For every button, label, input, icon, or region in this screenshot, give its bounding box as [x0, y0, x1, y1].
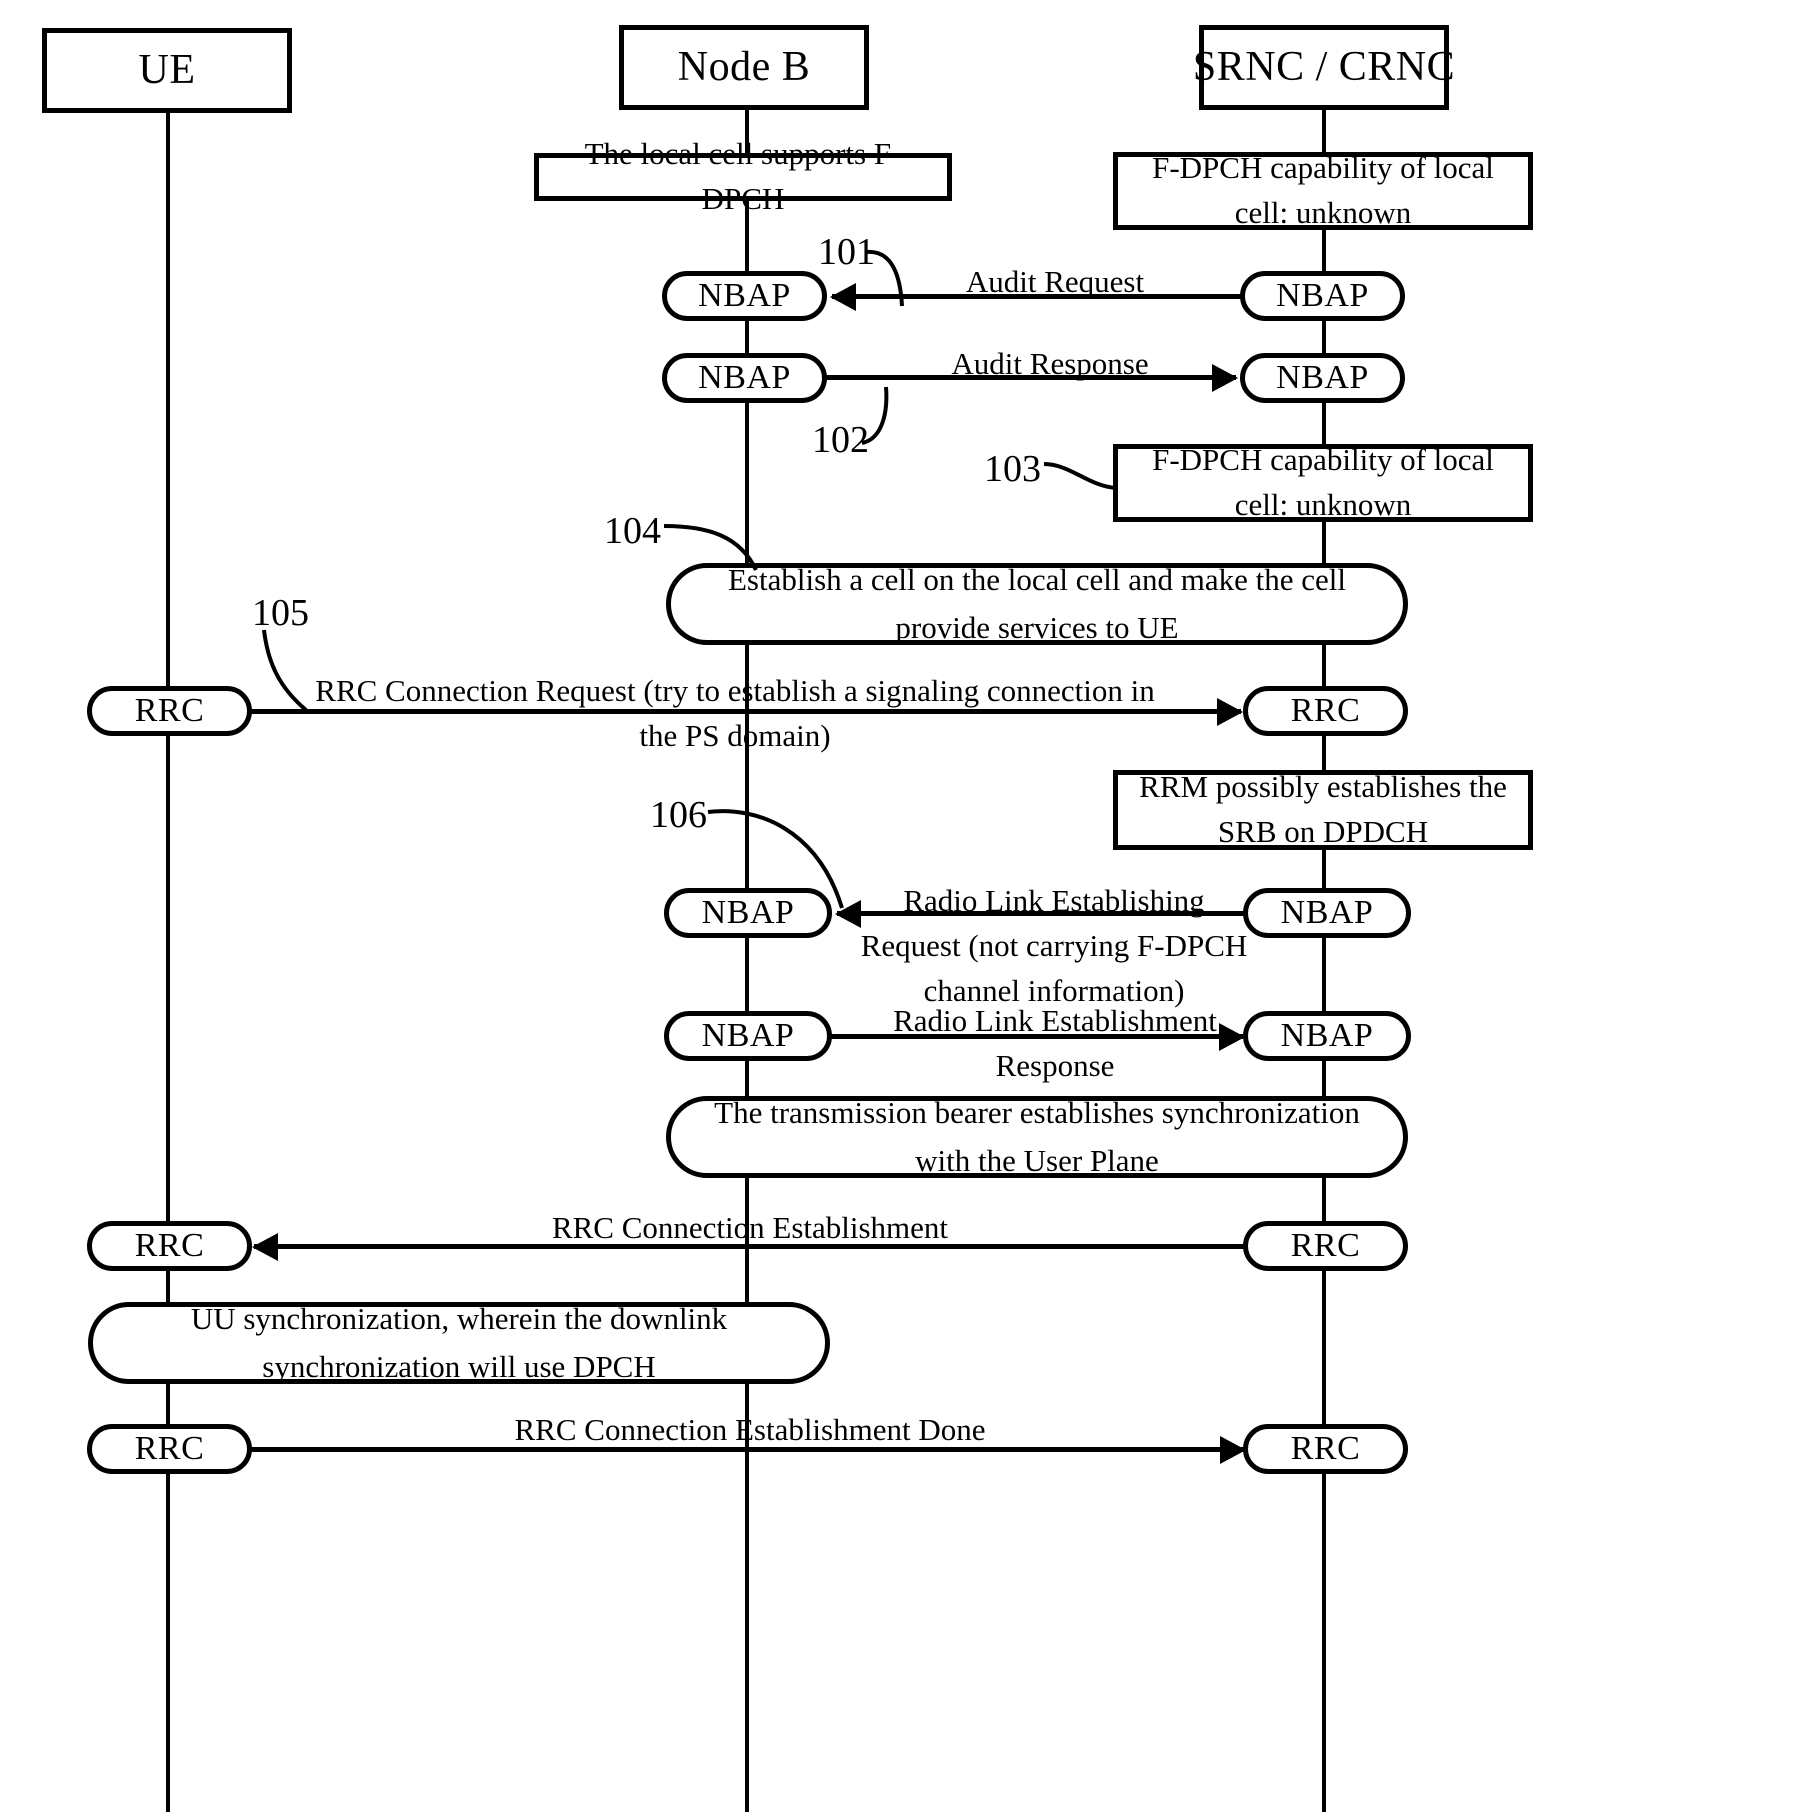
proto-tag-label: NBAP — [1280, 1017, 1374, 1054]
arrow-rrc-conn-establishment — [252, 1232, 1244, 1261]
ref-numeral-105: 105 — [252, 592, 309, 634]
proto-tag-nbap-rl-response-nodeb: NBAP — [664, 1011, 832, 1061]
proto-tag-label: NBAP — [1276, 277, 1369, 314]
proto-tag-rrc-conn-establishment-ue: RRC — [87, 1221, 252, 1271]
ref-numeral-102: 102 — [812, 419, 869, 461]
actor-ue: UE — [42, 28, 292, 113]
proto-tag-label: RRC — [1290, 692, 1361, 729]
arrow-rrc-conn-request — [249, 697, 1243, 726]
arrow-rl-establishment-response — [828, 1022, 1245, 1051]
proto-tag-rrc-conn-done-ue: RRC — [87, 1424, 252, 1474]
note-rnc-capability-unknown-2: F-DPCH capability of local cell: unknown — [1113, 442, 1533, 522]
note-nodeb-supports-fdpch-text: The local cell supports F-DPCH — [584, 136, 902, 216]
ref-numeral-104: 104 — [604, 510, 661, 552]
leader-line-101 — [865, 249, 904, 307]
proto-tag-label: NBAP — [698, 359, 791, 396]
proto-tag-label: RRC — [134, 1430, 205, 1467]
arrowhead-right-icon — [1212, 363, 1238, 392]
proto-tag-rrc-conn-request-ue: RRC — [87, 686, 252, 736]
arrow-audit-response — [824, 363, 1238, 392]
note-rnc-capability-unknown-1-text: F-DPCH capability of local cell: unknown — [1152, 150, 1494, 230]
ref-numeral-103: 103 — [984, 448, 1041, 490]
arrowhead-left-icon — [830, 282, 856, 311]
note-rnc-capability-unknown-1: F-DPCH capability of local cell: unknown — [1113, 150, 1533, 230]
arrowhead-right-icon — [1219, 1022, 1245, 1051]
action-uu-sync: UU synchronization, wherein the downlink… — [88, 1301, 830, 1384]
action-transport-sync-text: The transmission bearer establishes sync… — [714, 1094, 1360, 1178]
leader-line-102 — [861, 386, 889, 445]
proto-tag-label: RRC — [134, 692, 205, 729]
msg-label-audit-response: Audit Response — [951, 346, 1149, 381]
proto-tag-nbap-audit-response-nodeb: NBAP — [662, 353, 827, 403]
arrowhead-right-icon — [1217, 697, 1243, 726]
action-uu-sync-text: UU synchronization, wherein the downlink… — [190, 1300, 728, 1384]
proto-tag-rrc-conn-establishment-rnc: RRC — [1243, 1221, 1408, 1271]
action-establish-cell: Establish a cell on the local cell and m… — [666, 562, 1408, 645]
proto-tag-label: NBAP — [1276, 359, 1369, 396]
lifeline-ue — [166, 110, 170, 1812]
proto-tag-label: NBAP — [701, 1017, 795, 1054]
note-rnc-rrm-srb-dpdch: RRM possibly establishes the SRB on DPDC… — [1113, 769, 1533, 850]
actor-rnc-label: SRNC / CRNC — [1192, 44, 1456, 91]
proto-tag-label: RRC — [134, 1227, 205, 1264]
proto-tag-label: RRC — [1290, 1227, 1361, 1264]
proto-tag-nbap-rl-response-rnc: NBAP — [1243, 1011, 1411, 1061]
note-nodeb-supports-fdpch: The local cell supports F-DPCH — [534, 136, 952, 216]
proto-tag-label: NBAP — [698, 277, 791, 314]
msg-label-rl-establishment-response: Radio Link Establishment Response — [893, 1003, 1217, 1083]
proto-tag-label: RRC — [1290, 1430, 1361, 1467]
msg-label-rl-establishing: Radio Link Establishing Request (not car… — [860, 883, 1248, 1008]
actor-nodeb-label: Node B — [677, 44, 811, 91]
sequence-diagram-canvas: UE Node B SRNC / CRNC The local cell sup… — [0, 0, 1817, 1812]
actor-rnc: SRNC / CRNC — [1193, 25, 1455, 110]
action-transport-sync: The transmission bearer establishes sync… — [666, 1095, 1408, 1178]
leader-line-106 — [707, 809, 844, 909]
arrowhead-left-icon — [252, 1232, 278, 1261]
actor-nodeb: Node B — [619, 25, 869, 110]
proto-tag-rrc-conn-request-rnc: RRC — [1243, 686, 1408, 736]
proto-tag-nbap-audit-request-nodeb: NBAP — [662, 271, 827, 321]
proto-tag-nbap-audit-response-rnc: NBAP — [1240, 353, 1405, 403]
arrow-rl-establishing — [835, 899, 1245, 928]
note-rnc-rrm-srb-dpdch-text: RRM possibly establishes the SRB on DPDC… — [1139, 769, 1507, 849]
leader-line-105 — [262, 629, 308, 712]
note-rnc-capability-unknown-2-text: F-DPCH capability of local cell: unknown — [1152, 442, 1494, 522]
action-establish-cell-text: Establish a cell on the local cell and m… — [727, 561, 1347, 645]
ref-numeral-106: 106 — [650, 794, 707, 836]
proto-tag-rrc-conn-done-rnc: RRC — [1243, 1424, 1408, 1474]
leader-line-103 — [1043, 462, 1117, 490]
arrow-rrc-conn-establishment-done — [249, 1435, 1246, 1464]
proto-tag-nbap-audit-request-rnc: NBAP — [1240, 271, 1405, 321]
proto-tag-label: NBAP — [1280, 894, 1374, 931]
actor-ue-label: UE — [138, 47, 196, 94]
proto-tag-nbap-rl-establishing-rnc: NBAP — [1243, 888, 1411, 938]
leader-line-104 — [663, 524, 758, 571]
